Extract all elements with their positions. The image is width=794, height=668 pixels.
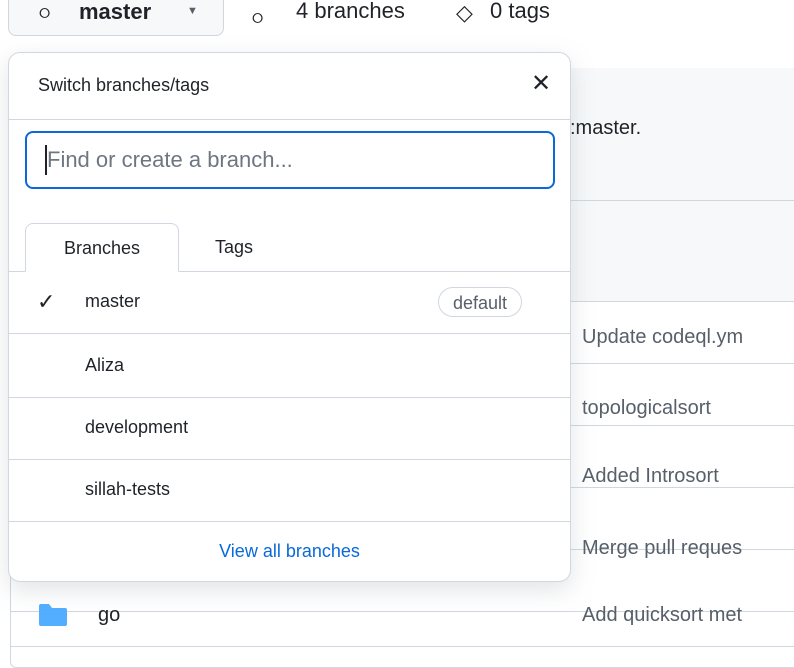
tab-tags[interactable]: Tags xyxy=(189,223,279,271)
branch-notice-text: :master. xyxy=(570,117,642,139)
dropdown-header: Switch branches/tags ✕ xyxy=(9,53,570,120)
commit-message-link[interactable]: Added Introsort xyxy=(582,465,719,488)
branches-count-link[interactable]: 4 branches xyxy=(296,0,405,24)
branch-item-sillah-tests[interactable]: sillah-tests xyxy=(9,459,570,522)
branch-item-development[interactable]: development xyxy=(9,397,570,460)
commit-message-link[interactable]: Merge pull reques xyxy=(582,537,742,560)
branch-item-label: sillah-tests xyxy=(85,479,171,499)
folder-icon xyxy=(39,604,67,626)
chevron-down-icon: ▼ xyxy=(187,5,198,17)
git-branch-icon: ⭘ xyxy=(252,10,264,26)
tab-branches[interactable]: Branches xyxy=(25,223,179,272)
file-name-link[interactable]: go xyxy=(98,604,120,627)
default-badge: default xyxy=(438,287,523,317)
tag-icon: ◇ xyxy=(456,0,473,25)
branch-item-label: Aliza xyxy=(85,355,125,375)
branch-switcher-dropdown: Switch branches/tags ✕ Branches Tags ✓ m… xyxy=(8,52,571,582)
tab-bar: Branches Tags xyxy=(9,205,570,272)
git-branch-icon: ⭘ xyxy=(39,5,51,21)
branch-item-aliza[interactable]: Aliza xyxy=(9,335,570,398)
commit-message-link[interactable]: Update codeql.ym xyxy=(582,326,743,349)
commit-message-link[interactable]: Add quicksort met xyxy=(582,604,742,627)
dropdown-title: Switch branches/tags xyxy=(38,75,210,95)
branch-item-label: master xyxy=(85,291,141,311)
branch-search-input[interactable] xyxy=(25,131,555,189)
repo-toolbar: ⭘ master ▼ ⭘ 4 branches ◇ 0 tags xyxy=(0,0,794,40)
text-cursor xyxy=(45,145,47,175)
branch-item-master[interactable]: ✓ master default xyxy=(9,271,570,334)
commit-message-link[interactable]: topologicalsort xyxy=(582,397,711,420)
branch-filter xyxy=(9,119,570,206)
branch-item-label: development xyxy=(85,417,189,437)
branch-select-label: master xyxy=(79,0,152,24)
branch-select-button[interactable]: ⭘ master ▼ xyxy=(8,0,224,36)
dropdown-footer: View all branches xyxy=(9,523,570,581)
tags-count-link[interactable]: 0 tags xyxy=(490,0,550,24)
check-icon: ✓ xyxy=(37,289,56,314)
view-all-branches-link[interactable]: View all branches xyxy=(9,541,570,562)
close-icon[interactable]: ✕ xyxy=(527,69,555,99)
